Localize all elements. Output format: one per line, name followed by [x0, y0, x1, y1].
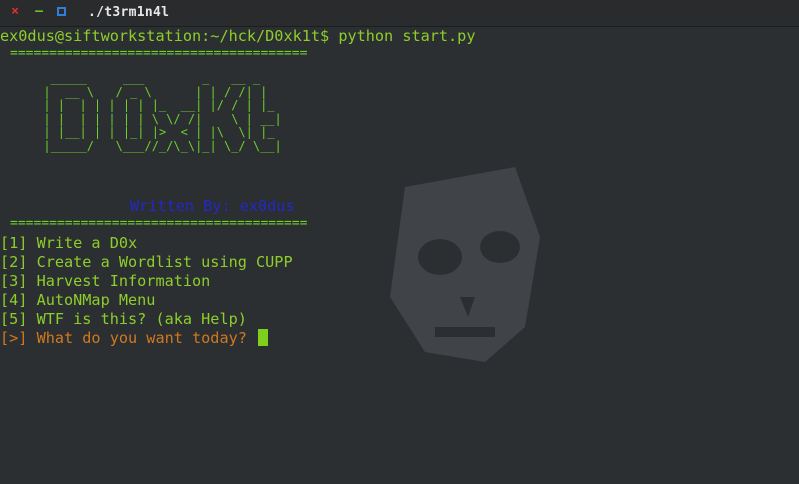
menu-item-write-d0x: [1] Write a D0x — [0, 234, 138, 252]
skull-watermark-icon — [390, 167, 540, 362]
input-prompt: [>] What do you want today? — [0, 329, 257, 347]
window-title: ./t3rm1n4l — [88, 5, 170, 20]
menu-item-create-wordlist: [2] Create a Wordlist using CUPP — [0, 253, 293, 271]
menu-item-harvest-information: [3] Harvest Information — [0, 272, 211, 290]
terminal-window: × – ./t3rm1n4l ex0dus@siftworkstation:~/… — [0, 0, 799, 484]
title-bar: × – ./t3rm1n4l — [0, 0, 799, 27]
menu-item-help: [5] WTF is this? (aka Help) — [0, 310, 247, 328]
minimize-icon[interactable]: – — [32, 4, 46, 20]
menu-item-autonmap-menu: [4] AutoNMap Menu — [0, 291, 156, 309]
separator-bottom: ====================================== — [10, 216, 308, 231]
banner-ascii-art: _____ ___ _ __ _ | __ \ / _ \ | | / /| |… — [43, 71, 282, 153]
terminal-output[interactable]: ex0dus@siftworkstation:~/hck/D0xk1t$ pyt… — [0, 27, 799, 484]
input-prompt-line[interactable]: [>] What do you want today? — [0, 329, 269, 348]
separator-top: ====================================== — [10, 46, 308, 61]
command-line: ex0dus@siftworkstation:~/hck/D0xk1t$ pyt… — [0, 27, 476, 45]
maximize-icon[interactable] — [57, 7, 66, 16]
text-cursor — [258, 329, 269, 346]
close-icon[interactable]: × — [8, 4, 22, 20]
author-line: Written By: ex0dus — [130, 197, 295, 215]
